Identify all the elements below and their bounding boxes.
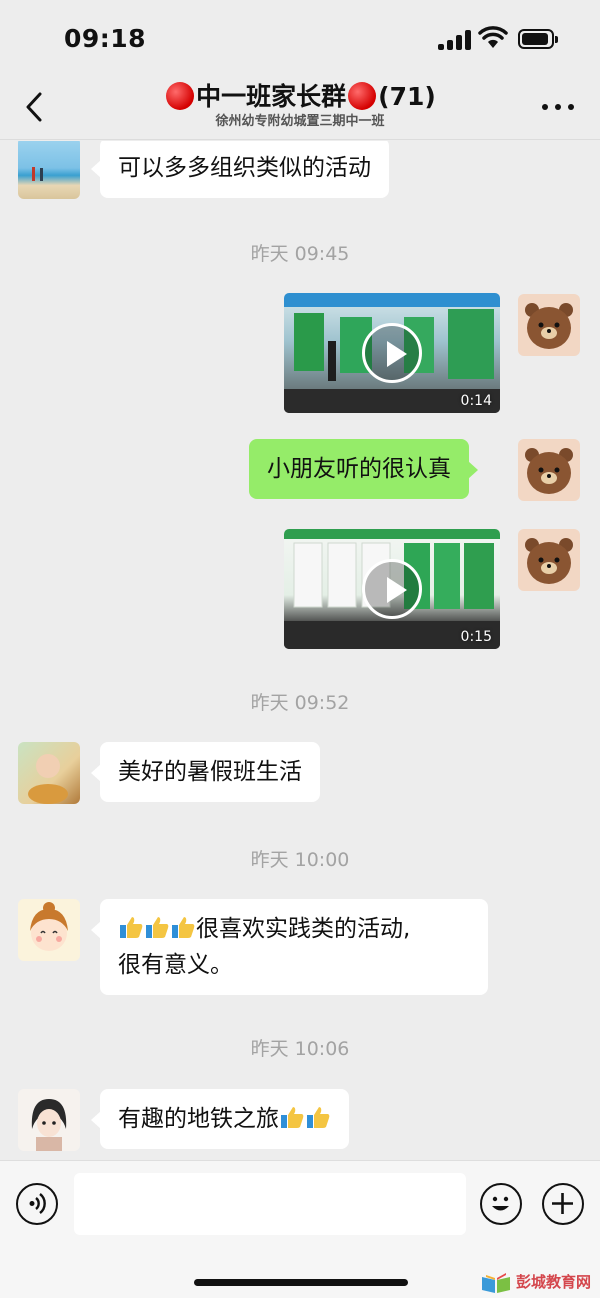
thumbs-up-emoji-icon (281, 1107, 304, 1128)
message-text: 很喜欢实践类的活动, (196, 916, 411, 942)
message-bubble[interactable]: 可以多多组织类似的活动 (91, 141, 389, 198)
status-time: 09:18 (64, 24, 147, 53)
avatar[interactable] (18, 899, 80, 961)
voice-icon (29, 1193, 46, 1214)
message-bubble-self[interactable]: 小朋友听的很认真 (249, 439, 478, 499)
plus-icon (552, 1193, 573, 1214)
chat-title-block[interactable]: 中一班家长群 (71) 徐州幼专附幼城置三期中一班 (100, 80, 500, 130)
message-text: 美好的暑假班生活 (118, 759, 302, 785)
timestamp: 昨天 10:06 (250, 1038, 350, 1060)
watermark: 彭城教育网 (480, 1271, 600, 1295)
self-avatar[interactable] (518, 439, 580, 501)
message-text: 可以多多组织类似的活动 (118, 155, 371, 181)
message-text: 很有意义。 (118, 952, 233, 978)
play-button-icon[interactable] (362, 323, 422, 383)
member-count: (71) (378, 82, 436, 111)
cartoon-girl-avatar-icon (31, 1099, 67, 1151)
cartoon-girl-avatar-icon (30, 902, 68, 951)
thumbs-up-emoji-icon (120, 917, 143, 938)
cellular-signal-icon (438, 30, 472, 50)
voice-input-button[interactable] (16, 1183, 58, 1225)
timestamp: 昨天 10:00 (250, 849, 350, 871)
message-input[interactable] (74, 1173, 466, 1235)
input-bar: 彭城教育网 (0, 1160, 600, 1298)
message-bubble[interactable]: 很喜欢实践类的活动, 很有意义。 (91, 899, 488, 995)
book-logo-icon (482, 1273, 510, 1293)
brown-bear-avatar-icon (525, 538, 573, 584)
brown-bear-avatar-icon (525, 303, 573, 349)
video-message[interactable]: 0:15 (284, 529, 500, 649)
message-text: 有趣的地铁之旅 (118, 1106, 279, 1132)
emoji-button[interactable] (480, 1183, 522, 1225)
beach-photo-icon (32, 167, 43, 181)
video-message[interactable]: 0:14 (284, 293, 500, 413)
more-functions-button[interactable] (542, 1183, 584, 1225)
back-arrow-icon[interactable] (20, 90, 50, 124)
video-duration: 0:15 (460, 629, 492, 645)
chat-title: 中一班家长群 (71) (100, 80, 500, 114)
message-bubble[interactable]: 有趣的地铁之旅 (91, 1089, 349, 1149)
child-photo-icon (28, 754, 68, 804)
play-button-icon[interactable] (362, 559, 422, 619)
video-duration: 0:14 (460, 393, 492, 409)
battery-icon (518, 29, 558, 49)
message-bubble[interactable]: 美好的暑假班生活 (91, 742, 320, 802)
brown-bear-avatar-icon (525, 448, 573, 494)
watermark-text: 彭城教育网 (516, 1273, 592, 1291)
message-text: 小朋友听的很认真 (267, 456, 451, 482)
avatar[interactable] (18, 141, 80, 199)
thumbs-up-emoji-icon (146, 917, 169, 938)
home-indicator (194, 1279, 408, 1286)
avatar[interactable] (18, 1089, 80, 1151)
timestamp: 昨天 09:52 (250, 692, 350, 714)
red-circle-emoji-icon (166, 82, 195, 110)
thumbs-up-emoji-icon (172, 917, 195, 938)
chat-header: 中一班家长群 (71) 徐州幼专附幼城置三期中一班 (0, 78, 600, 140)
thumbs-up-emoji-icon (307, 1107, 330, 1128)
more-options-icon[interactable] (542, 104, 574, 112)
self-avatar[interactable] (518, 294, 580, 356)
wifi-icon (478, 26, 508, 48)
status-bar: 09:18 (0, 0, 600, 78)
red-circle-emoji-icon (348, 82, 377, 110)
message-list[interactable]: 可以多多组织类似的活动 昨天 09:45 0:14 小朋友听的很认真 0:15 … (0, 141, 600, 1160)
avatar[interactable] (18, 742, 80, 804)
message-line: 很喜欢实践类的活动, (118, 911, 470, 947)
self-avatar[interactable] (518, 529, 580, 591)
timestamp: 昨天 09:45 (250, 243, 350, 265)
chat-subtitle: 徐州幼专附幼城置三期中一班 (215, 114, 385, 129)
smiley-icon (492, 1196, 509, 1211)
group-name: 中一班家长群 (196, 82, 347, 111)
